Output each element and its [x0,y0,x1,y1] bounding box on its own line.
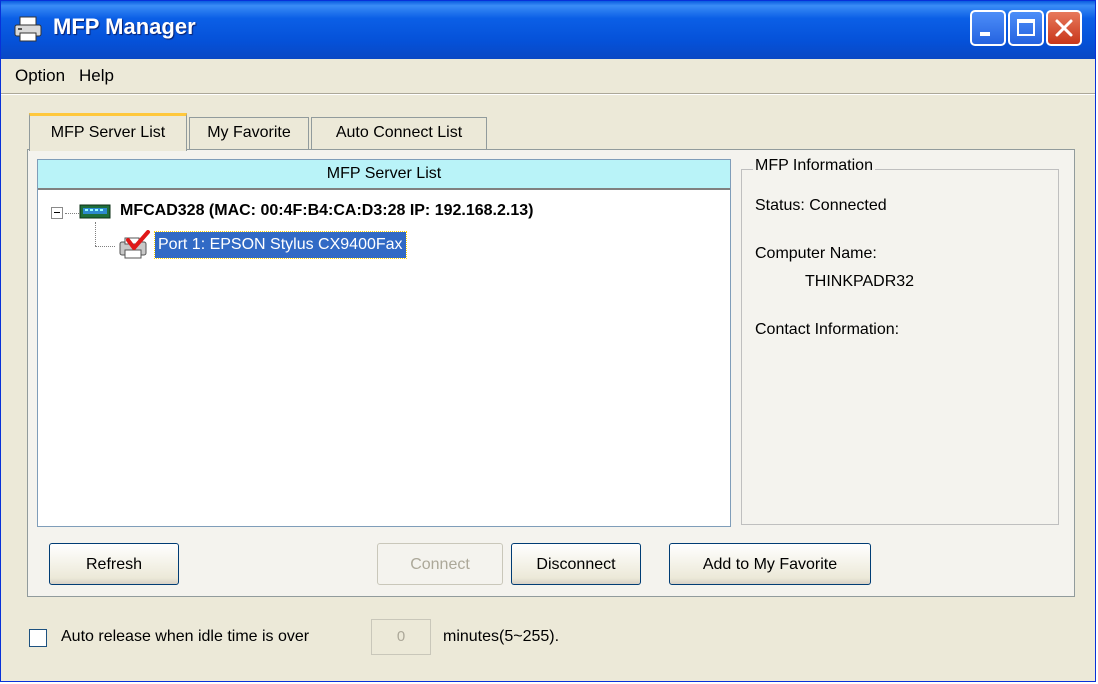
tree-connector [95,246,115,247]
disconnect-button[interactable]: Disconnect [511,543,641,585]
auto-release-checkbox[interactable] [29,629,47,647]
menu-separator [1,93,1095,95]
tree-node-port[interactable]: Port 1: EPSON Stylus CX9400Fax [154,231,407,259]
idle-minutes-suffix: minutes(5~255). [443,628,560,645]
menu-help[interactable]: Help [79,66,114,86]
connect-button[interactable]: Connect [377,543,503,585]
mfp-information-legend: MFP Information [753,157,875,175]
server-list-header: MFP Server List [38,160,730,190]
tab-auto-connect-list[interactable]: Auto Connect List [311,117,487,149]
mfp-information-group [741,169,1059,525]
printer-connected-icon [116,230,152,260]
close-icon [1055,19,1073,37]
printer-icon [13,15,43,43]
menu-option[interactable]: Option [15,66,65,86]
tree-collapse-toggle[interactable] [51,207,63,219]
mfp-manager-window: MFP Manager Option Help MFP Server List … [0,0,1096,682]
server-tree[interactable]: MFP Server List MFCAD328 (MAC: 00:4F:B4:… [37,159,731,527]
close-button[interactable] [1046,10,1082,46]
add-to-favorite-button[interactable]: Add to My Favorite [669,543,871,585]
window-title: MFP Manager [53,14,196,39]
tab-my-favorite[interactable]: My Favorite [189,117,309,149]
minimize-icon [980,32,990,36]
minimize-button[interactable] [970,10,1006,46]
tree-connector [65,213,79,214]
info-computer-name-value: THINKPADR32 [805,273,915,290]
network-server-icon [79,204,111,220]
tab-mfp-server-list[interactable]: MFP Server List [29,113,187,151]
info-computer-name-label: Computer Name: [755,245,877,262]
auto-release-label: Auto release when idle time is over [61,628,310,645]
title-bar[interactable]: MFP Manager [1,1,1095,59]
tree-node-server[interactable]: MFCAD328 (MAC: 00:4F:B4:CA:D3:28 IP: 192… [120,202,533,220]
refresh-button[interactable]: Refresh [49,543,179,585]
info-contact-label: Contact Information: [755,321,900,338]
info-status: Status: Connected [755,197,887,214]
menu-bar: Option Help [1,59,1095,93]
maximize-button[interactable] [1008,10,1044,46]
tree-connector [95,222,96,246]
idle-minutes-field[interactable]: 0 [371,619,431,655]
maximize-icon [1017,19,1035,36]
